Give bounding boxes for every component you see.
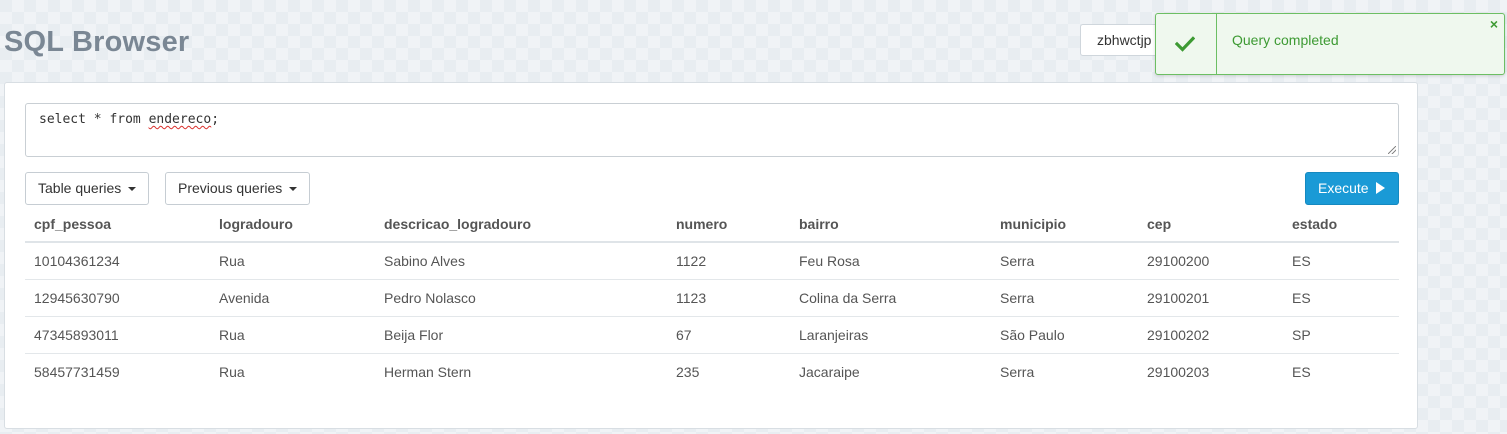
table-cell: 29100200 <box>1138 242 1283 280</box>
column-header: cpf_pessoa <box>25 205 210 243</box>
column-header: logradouro <box>210 205 375 243</box>
results-table: cpf_pessoa logradouro descricao_logradou… <box>25 205 1399 390</box>
sql-query-textarea[interactable]: select * from endereco; <box>25 103 1399 157</box>
table-cell: ES <box>1292 363 1311 380</box>
table-cell: Herman Stern <box>384 363 472 380</box>
table-header-row: cpf_pessoa logradouro descricao_logradou… <box>25 205 1399 243</box>
table-cell: Serra <box>1000 363 1035 380</box>
table-queries-dropdown[interactable]: Table queries <box>25 172 150 205</box>
table-cell: 235 <box>676 363 700 380</box>
table-cell: Feu Rosa <box>790 242 991 280</box>
table-queries-label: Table queries <box>38 180 122 196</box>
caret-down-icon <box>289 187 298 192</box>
execute-button[interactable]: Execute <box>1305 172 1399 205</box>
table-cell: 1122 <box>667 242 790 280</box>
table-cell: Beija Flor <box>375 316 667 354</box>
table-cell: Laranjeiras <box>790 316 991 354</box>
table-cell: Serra <box>991 242 1138 280</box>
table-cell: Rua <box>219 363 245 380</box>
table-cell: Serra <box>991 279 1138 317</box>
page-title: SQL Browser <box>4 26 190 58</box>
column-header: estado <box>1283 205 1399 243</box>
previous-queries-label: Previous queries <box>178 180 283 196</box>
previous-queries-dropdown[interactable]: Previous queries <box>165 172 311 205</box>
table-cell: Rua <box>210 316 375 354</box>
resize-grip-icon[interactable] <box>1388 146 1396 154</box>
table-cell: SP <box>1283 316 1399 354</box>
table-cell: Jacaraipe <box>799 363 860 380</box>
table-cell: 29100203 <box>1147 363 1210 380</box>
table-cell: 10104361234 <box>25 242 210 280</box>
query-text-table: endereco <box>148 112 212 127</box>
table-row: 58457731459 Rua Herman Stern 235 Jacarai… <box>25 354 1399 391</box>
play-icon <box>1376 182 1386 194</box>
table-row: 10104361234 Rua Sabino Alves 1122 Feu Ro… <box>25 242 1399 280</box>
check-icon <box>1175 36 1195 52</box>
close-icon[interactable]: × <box>1490 16 1498 32</box>
column-header: municipio <box>991 205 1138 243</box>
table-cell: 29100201 <box>1138 279 1283 317</box>
table-row: 47345893011 Rua Beija Flor 67 Laranjeira… <box>25 316 1399 354</box>
column-header: descricao_logradouro <box>375 205 667 243</box>
table-cell: 29100202 <box>1138 316 1283 354</box>
table-cell: Colina da Serra <box>790 279 991 317</box>
table-cell: 12945630790 <box>25 279 210 317</box>
execute-label: Execute <box>1318 180 1369 196</box>
main-panel: select * from endereco; Table queries Pr… <box>4 82 1418 429</box>
column-header: numero <box>667 205 790 243</box>
query-text-suffix: ; <box>211 112 220 127</box>
table-row: 12945630790 Avenida Pedro Nolasco 1123 C… <box>25 279 1399 317</box>
table-cell: 1123 <box>667 279 790 317</box>
table-cell: ES <box>1283 279 1399 317</box>
column-header: bairro <box>790 205 991 243</box>
table-cell: Avenida <box>210 279 375 317</box>
success-notification: Query completed × <box>1155 13 1505 75</box>
caret-down-icon <box>128 187 137 192</box>
table-cell: 47345893011 <box>25 316 210 354</box>
notification-icon-area <box>1156 14 1217 74</box>
table-cell: ES <box>1283 242 1399 280</box>
table-cell: 67 <box>667 316 790 354</box>
table-cell: São Paulo <box>991 316 1138 354</box>
column-header: cep <box>1138 205 1283 243</box>
query-text-prefix: select * from <box>39 112 149 127</box>
table-cell: 58457731459 <box>34 363 120 380</box>
table-cell: Sabino Alves <box>375 242 667 280</box>
notification-message: Query completed <box>1232 32 1339 48</box>
table-cell: Rua <box>210 242 375 280</box>
table-cell: Pedro Nolasco <box>375 279 667 317</box>
